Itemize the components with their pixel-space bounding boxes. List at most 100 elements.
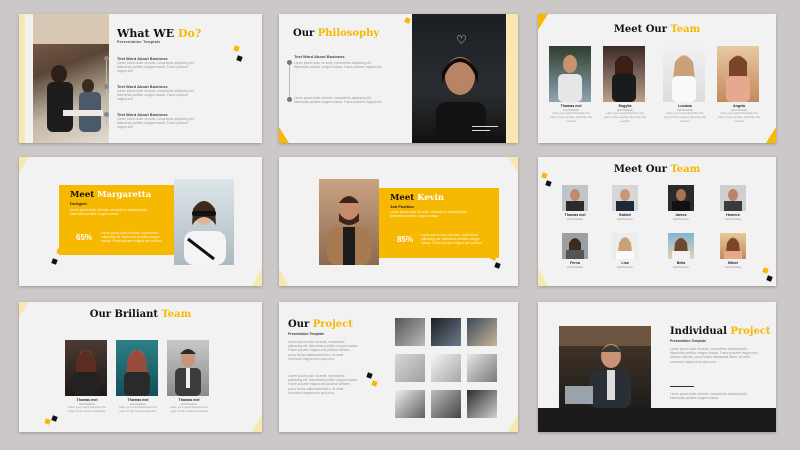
- intro-text: Lorem ipsum dolor sit amet, consectetur …: [70, 208, 148, 217]
- member-role: Job Position: [672, 217, 690, 221]
- gallery-photo[interactable]: [395, 390, 425, 418]
- office-photo: [33, 14, 109, 143]
- timeline-item: Text Word About Business Lorem ipsum dol…: [104, 112, 224, 130]
- member-desc: Here you could describe the topic of the…: [170, 405, 208, 413]
- member-photo: [720, 233, 746, 259]
- yellow-corner-triangle: [279, 127, 289, 143]
- member-role: Job Position: [566, 265, 584, 269]
- black-square-decoration: [494, 262, 501, 269]
- team-member-card[interactable]: Thomas mel Job Position Here you could d…: [549, 46, 593, 123]
- slide-briliant-team[interactable]: Our Briliant Team Thomas mel Job Positio…: [19, 302, 262, 432]
- project-body-1: Lorem ipsum dolor sit amet, consectetur …: [670, 347, 758, 364]
- team-member-card[interactable]: Thomas mel Job Position Here you could d…: [65, 340, 109, 414]
- slide7-title: Our Briliant Team: [89, 309, 192, 320]
- cream-side-bar: [506, 14, 518, 143]
- slide2-title: Our Philosophy: [293, 28, 380, 39]
- black-square-decoration: [51, 415, 58, 422]
- philosophy-heading: Text Word About Business: [294, 54, 345, 59]
- item-body: Lorem ipsum dolor sit amet, consectetur …: [117, 89, 195, 102]
- gallery-photo[interactable]: [431, 318, 461, 346]
- member-photo: [167, 340, 209, 396]
- member-desc: Here you could describe the topic of the…: [717, 111, 761, 123]
- kevin-photo: [319, 179, 379, 265]
- yellow-square-decoration: [44, 418, 51, 425]
- cream-corner-triangle: [19, 157, 29, 173]
- team-member-card[interactable]: Mitzel Job Position: [718, 233, 748, 269]
- timeline-dot: [104, 112, 109, 117]
- team-member-card[interactable]: Eugylia Job Position Here you could desc…: [603, 46, 647, 123]
- yellow-square-decoration: [762, 267, 769, 274]
- timeline-dot: [104, 84, 109, 89]
- gallery-photo[interactable]: [431, 354, 461, 382]
- slide-what-we-do[interactable]: What WE Do? Presentation Template Text W…: [19, 14, 262, 143]
- project-body-1: Lorem ipsum dolor sit amet, consectetur …: [288, 340, 358, 361]
- slide-philosophy[interactable]: Our Philosophy Text Word About Business …: [279, 14, 518, 143]
- yellow-corner-triangle: [766, 127, 776, 143]
- timeline-dot: [104, 56, 109, 61]
- philosophy-body-2: Lorem ipsum dolor sit amet, consectetur …: [294, 96, 382, 105]
- member-photo: [65, 340, 107, 396]
- cream-side-bar: [19, 14, 25, 143]
- slide3-title: Meet Our Team: [613, 24, 701, 35]
- office-people-illustration: [33, 14, 109, 132]
- team-member-card[interactable]: Bella Job Position: [666, 233, 696, 269]
- project-gallery: [395, 318, 505, 418]
- gallery-photo[interactable]: [467, 354, 497, 382]
- member-photo: [116, 340, 158, 396]
- team-member-card[interactable]: Thomas mel Job Position: [560, 185, 590, 221]
- black-square-decoration: [545, 180, 552, 187]
- slide-meet-kevin[interactable]: Meet Kevin Job Position Lorem ipsum dolo…: [279, 157, 518, 286]
- member-role: Job Position: [616, 265, 634, 269]
- team-member-card[interactable]: Homero Job Position: [718, 185, 748, 221]
- gallery-photo[interactable]: [467, 390, 497, 418]
- gallery-photo[interactable]: [395, 354, 425, 382]
- member-desc: Here you could describe the topic of the…: [119, 405, 157, 413]
- team-member-card[interactable]: Lisa Job Position: [610, 233, 640, 269]
- member-photo: [720, 185, 746, 211]
- member-role: Job Position: [616, 217, 634, 221]
- member-photo: [603, 46, 645, 102]
- team-member-card[interactable]: Gabriel Job Position: [610, 185, 640, 221]
- slide-meet-our-team-4[interactable]: Meet Our Team Thomas mel Job Position He…: [538, 14, 776, 143]
- team-member-card[interactable]: Ferna Job Position: [560, 233, 590, 269]
- member-role: Job Position: [390, 204, 414, 209]
- black-square-decoration: [236, 55, 243, 62]
- member-photo: [717, 46, 759, 102]
- skill-text: Lorem ipsum dolor sit amet, consectetur …: [101, 231, 162, 244]
- slide4-title: Meet Margaretta: [70, 190, 152, 200]
- slide-our-project[interactable]: Our Project Presentation Template Lorem …: [279, 302, 518, 432]
- yellow-square-decoration: [404, 17, 411, 24]
- team-member-card[interactable]: James Job Position: [666, 185, 696, 221]
- member-role: Job Position: [724, 217, 742, 221]
- yellow-square-decoration: [233, 45, 240, 52]
- businessman-photo: [559, 326, 651, 408]
- cream-corner-triangle: [252, 414, 262, 432]
- woman-illustration: ♡: [436, 33, 498, 143]
- timeline-item: Text Word About Business Lorem ipsum dol…: [104, 56, 224, 74]
- skill-percent: 85%: [397, 235, 414, 244]
- cream-corner-triangle: [252, 268, 262, 286]
- slide-meet-margaretta[interactable]: Meet Margaretta Designer Lorem ipsum dol…: [19, 157, 262, 286]
- philosophy-body-1: Lorem ipsum dolor sit amet, consectetur …: [294, 61, 382, 70]
- slide-individual-project[interactable]: Individual Project Presentation Template…: [538, 302, 776, 432]
- member-role: Job Position: [566, 217, 584, 221]
- team-member-card[interactable]: Thomas mel Job Position Here you could d…: [116, 340, 160, 414]
- member-desc: Here you could describe the topic of the…: [68, 405, 106, 413]
- team-member-card[interactable]: Angela Job Position Here you could descr…: [717, 46, 761, 123]
- gallery-photo[interactable]: [467, 318, 497, 346]
- project-body-2: Lorem ipsum dolor sit amet, consectetur …: [670, 392, 748, 401]
- item-body: Lorem ipsum dolor sit amet, consectetur …: [117, 117, 195, 130]
- gallery-photo[interactable]: [395, 318, 425, 346]
- gallery-photo[interactable]: [431, 390, 461, 418]
- member-role: Job Position: [724, 265, 742, 269]
- project-body-2: Lorem ipsum dolor sit amet, consectetur …: [288, 374, 358, 395]
- member-desc: Here you could describe the topic of the…: [549, 111, 593, 123]
- cream-corner-triangle: [538, 268, 548, 286]
- team-member-card[interactable]: Thomas mel Job Position Here you could d…: [167, 340, 211, 414]
- member-photo: [562, 185, 588, 211]
- slide-meet-our-team-8[interactable]: Meet Our Team Thomas mel Job Position Ga…: [538, 157, 776, 286]
- team-member-card[interactable]: Luciana Job Position Here you could desc…: [663, 46, 707, 123]
- member-photo: [668, 233, 694, 259]
- member-role: Designer: [70, 201, 88, 206]
- slide1-subtitle: Presentation Template: [117, 40, 161, 44]
